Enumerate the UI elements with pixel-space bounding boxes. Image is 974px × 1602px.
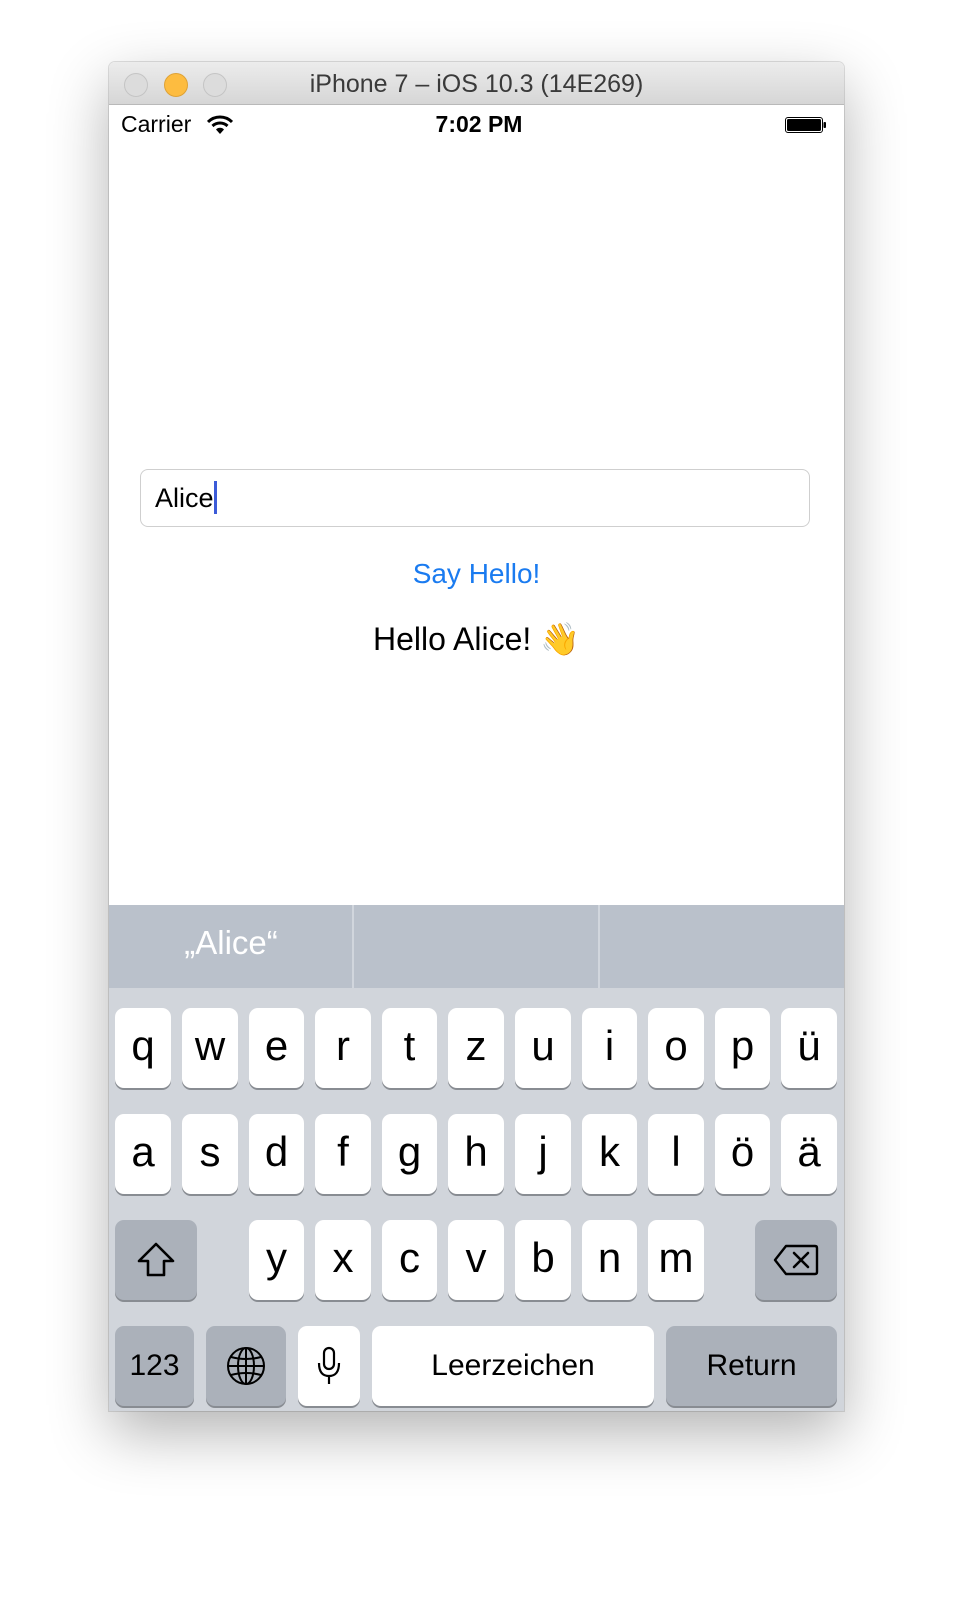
- globe-key[interactable]: [206, 1326, 286, 1406]
- key-c[interactable]: c: [382, 1220, 437, 1300]
- key-label: z: [465, 1022, 487, 1069]
- key-label: s: [199, 1128, 221, 1175]
- microphone-icon: [317, 1346, 341, 1384]
- battery-icon: [785, 117, 826, 133]
- key-r[interactable]: r: [315, 1008, 371, 1088]
- name-input[interactable]: Alice: [140, 469, 810, 527]
- key-label: Return: [706, 1349, 797, 1382]
- key-f[interactable]: f: [315, 1114, 371, 1194]
- key-label: ö: [730, 1128, 755, 1175]
- key-w[interactable]: w: [182, 1008, 238, 1088]
- key-label: o: [664, 1022, 688, 1069]
- key-a[interactable]: a: [115, 1114, 171, 1194]
- key-label: w: [194, 1022, 226, 1069]
- key-label: f: [337, 1128, 349, 1175]
- key-label: h: [464, 1128, 488, 1175]
- key-y[interactable]: y: [249, 1220, 304, 1300]
- key-o-umlaut[interactable]: ö: [715, 1114, 770, 1194]
- globe-icon: [227, 1347, 265, 1385]
- key-l[interactable]: l: [648, 1114, 704, 1194]
- key-label: g: [397, 1128, 422, 1175]
- shift-key[interactable]: [115, 1220, 197, 1300]
- predictive-suggestion-bar: „Alice“: [109, 905, 844, 988]
- shift-icon: [137, 1242, 175, 1277]
- key-label: i: [604, 1022, 615, 1069]
- window-title: iPhone 7 – iOS 10.3 (14E269): [309, 70, 644, 98]
- key-u[interactable]: u: [515, 1008, 571, 1088]
- key-label: b: [531, 1234, 555, 1281]
- status-time: 7:02 PM: [435, 111, 523, 137]
- key-label: u: [531, 1022, 555, 1069]
- dictation-key[interactable]: [298, 1326, 360, 1406]
- key-label: c: [399, 1234, 420, 1281]
- key-label: d: [264, 1128, 289, 1175]
- window-titlebar: iPhone 7 – iOS 10.3 (14E269): [109, 62, 844, 105]
- name-input-text: Alice: [155, 483, 214, 513]
- suggestion-3[interactable]: [600, 905, 844, 988]
- keyboard: q w e r t z u i o p ü a s d f g h j k l …: [109, 988, 844, 1411]
- key-e[interactable]: e: [249, 1008, 304, 1088]
- key-label: y: [266, 1234, 287, 1281]
- suggestion-2[interactable]: [354, 905, 598, 988]
- suggestion-1[interactable]: „Alice“: [109, 905, 353, 988]
- key-d[interactable]: d: [249, 1114, 304, 1194]
- key-label: k: [599, 1128, 620, 1175]
- key-u-umlaut[interactable]: ü: [781, 1008, 837, 1088]
- key-o[interactable]: o: [648, 1008, 704, 1088]
- iphone-screen: Carrier 7:02 PM Alice Say Hello! Hello A…: [109, 105, 844, 1411]
- key-label: ü: [797, 1022, 821, 1069]
- key-m[interactable]: m: [648, 1220, 704, 1300]
- key-label: m: [658, 1234, 694, 1281]
- status-bar: Carrier 7:02 PM: [109, 105, 844, 145]
- key-p[interactable]: p: [715, 1008, 770, 1088]
- key-label: v: [465, 1234, 487, 1281]
- simulator-window: iPhone 7 – iOS 10.3 (14E269) Carrier 7:0…: [109, 62, 844, 1411]
- key-a-umlaut[interactable]: ä: [781, 1114, 837, 1194]
- key-x[interactable]: x: [315, 1220, 371, 1300]
- key-z[interactable]: z: [448, 1008, 504, 1088]
- key-n[interactable]: n: [582, 1220, 637, 1300]
- text-cursor: [213, 481, 217, 514]
- key-label: q: [131, 1022, 155, 1069]
- greeting-label: Hello Alice! 👋: [372, 621, 581, 657]
- key-label: ä: [797, 1128, 821, 1175]
- key-label: t: [403, 1022, 416, 1069]
- key-b[interactable]: b: [515, 1220, 571, 1300]
- key-t[interactable]: t: [382, 1008, 437, 1088]
- key-label: p: [730, 1022, 755, 1069]
- key-k[interactable]: k: [582, 1114, 637, 1194]
- key-label: n: [597, 1234, 622, 1281]
- return-key[interactable]: Return: [666, 1326, 837, 1406]
- key-j[interactable]: j: [515, 1114, 571, 1194]
- key-q[interactable]: q: [115, 1008, 171, 1088]
- space-key[interactable]: Leerzeichen: [372, 1326, 654, 1406]
- key-label: r: [336, 1022, 350, 1069]
- key-label: l: [671, 1128, 681, 1175]
- key-label: Leerzeichen: [431, 1349, 595, 1382]
- key-label: 123: [129, 1349, 180, 1382]
- delete-icon: [773, 1244, 819, 1276]
- key-i[interactable]: i: [582, 1008, 637, 1088]
- key-g[interactable]: g: [382, 1114, 437, 1194]
- name-input-value: Alice: [155, 481, 217, 514]
- key-label: e: [264, 1022, 289, 1069]
- say-hello-button[interactable]: Say Hello!: [109, 558, 844, 590]
- numbers-key[interactable]: 123: [115, 1326, 194, 1406]
- key-v[interactable]: v: [448, 1220, 504, 1300]
- delete-key[interactable]: [755, 1220, 837, 1300]
- key-h[interactable]: h: [448, 1114, 504, 1194]
- key-s[interactable]: s: [182, 1114, 238, 1194]
- key-label: a: [131, 1128, 155, 1175]
- key-label: x: [332, 1234, 354, 1281]
- key-label: j: [538, 1128, 548, 1175]
